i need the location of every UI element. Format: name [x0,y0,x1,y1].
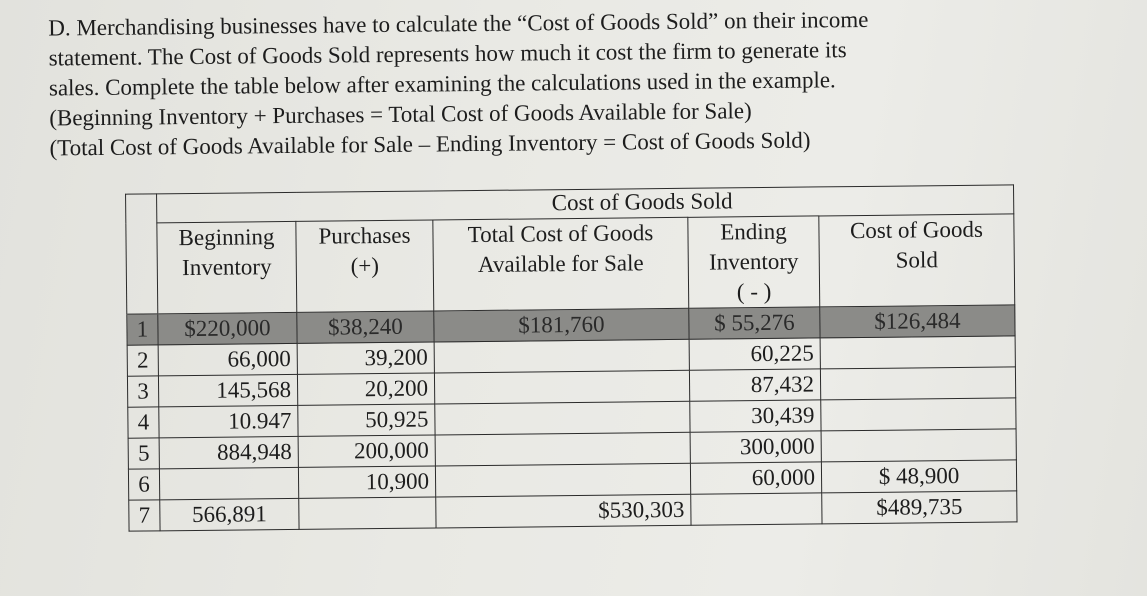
cell-beginning-inventory: 10.947 [158,405,299,438]
cell-total-available[interactable] [434,401,691,435]
cell-ending-inventory: $ 55,276 [688,306,821,340]
cell-total-available[interactable] [434,339,690,373]
header-text: Ending [720,218,787,245]
cell-cost-of-goods-sold: $ 48,900 [821,459,1017,493]
row-number: 5 [128,437,160,470]
cell-beginning-inventory: 566,891 [159,498,300,531]
row-number: 2 [127,344,159,377]
header-text: Cost of Goods [849,216,984,244]
cell-purchases[interactable] [298,496,437,530]
header-text: Sold [895,247,938,273]
row-number: 1 [126,313,159,346]
row-number: 4 [127,406,160,439]
cell-beginning-inventory: $220,000 [157,312,298,345]
header-text: Purchases [318,222,411,249]
header-total-available: Total Cost of Goods Available for Sale [432,217,689,311]
cell-cost-of-goods-sold[interactable] [820,335,1016,369]
cell-beginning-inventory: 884,948 [159,436,299,469]
cell-beginning-inventory: 145,568 [158,374,298,407]
cell-total-available: $181,760 [433,308,690,342]
header-text: (+) [350,253,380,279]
header-text: Beginning [178,224,275,251]
row-number: 7 [128,499,161,532]
cell-cost-of-goods-sold[interactable] [820,366,1016,400]
cell-purchases: 20,200 [297,372,435,406]
cell-total-available: $530,303 [435,494,692,528]
header-text: Inventory [708,248,799,275]
cogs-table-container: Cost of Goods Sold Beginning Inventory P… [125,184,1018,532]
header-cost-of-goods-sold: Cost of Goods Sold [818,213,1015,307]
cell-purchases: 10,900 [298,465,436,499]
cell-total-available[interactable] [435,432,691,466]
cell-purchases: $38,240 [296,310,435,344]
row-number-header [125,193,158,315]
cell-ending-inventory: 87,432 [689,368,821,402]
header-beginning-inventory: Beginning Inventory [156,221,297,314]
header-ending-inventory: Ending Inventory ( - ) [687,215,820,309]
cell-cost-of-goods-sold: $489,735 [821,490,1018,524]
header-text: ( - ) [736,278,772,305]
cell-cost-of-goods-sold: $126,484 [819,304,1016,338]
cell-ending-inventory: 60,225 [689,337,821,371]
header-text: Total Cost of Goods [467,220,654,248]
cell-purchases: 50,925 [297,403,436,437]
header-purchases: Purchases (+) [295,219,434,313]
cell-purchases: 39,200 [297,341,435,375]
cell-beginning-inventory[interactable] [159,467,299,500]
cell-ending-inventory: 30,439 [689,399,822,433]
header-text: Inventory [181,254,272,281]
instructions-paragraph: D. Merchandising businesses have to calc… [48,3,1040,163]
cell-total-available[interactable] [435,463,691,497]
cell-ending-inventory: 300,000 [690,430,822,464]
worksheet-page: D. Merchandising businesses have to calc… [0,0,1147,596]
cell-beginning-inventory: 66,000 [158,343,298,376]
header-text: Available for Sale [477,250,644,278]
row-number: 3 [127,375,159,408]
cost-of-goods-sold-table: Cost of Goods Sold Beginning Inventory P… [125,184,1018,532]
cell-ending-inventory: 60,000 [690,461,822,495]
row-number: 6 [128,468,160,501]
cell-total-available[interactable] [434,370,690,404]
cell-ending-inventory[interactable] [690,492,823,526]
cell-purchases: 200,000 [298,434,436,468]
cell-cost-of-goods-sold[interactable] [821,428,1017,462]
cell-cost-of-goods-sold[interactable] [820,397,1017,431]
